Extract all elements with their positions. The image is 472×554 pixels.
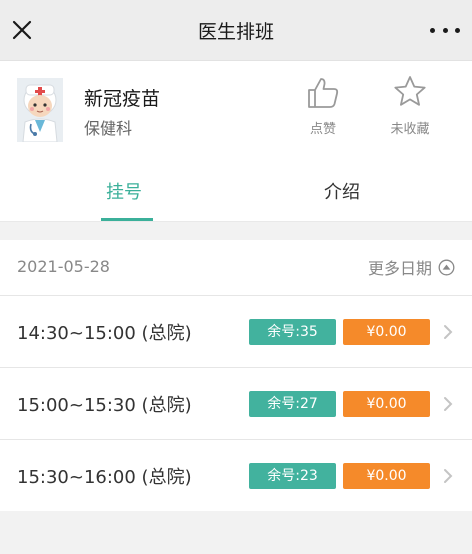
slot-time: 14:30~15:00 (总院): [17, 323, 192, 344]
slot-time: 15:00~15:30 (总院): [17, 395, 192, 416]
slot-time: 15:30~16:00 (总院): [17, 467, 192, 488]
tab-bar: 挂号 介绍: [0, 162, 472, 222]
favorite-label: 未收藏: [390, 122, 430, 137]
close-icon[interactable]: [10, 18, 34, 42]
schedule-list: 2021-05-28 更多日期 14:30~15:00 (总院) 余号:35 ¥…: [0, 240, 472, 511]
page-title: 医生排班: [197, 20, 274, 43]
price-badge: ¥0.00: [343, 391, 430, 417]
date-row: 2021-05-28 更多日期: [0, 240, 472, 296]
remaining-badge: 余号:35: [249, 319, 336, 345]
tab-register[interactable]: 挂号: [106, 178, 142, 204]
doctor-header: 新冠疫苗 保健科 点赞 未收藏: [0, 61, 472, 162]
chevron-right-icon: [444, 469, 453, 483]
doctor-name: 新冠疫苗: [84, 88, 161, 110]
remaining-badge: 余号:23: [249, 463, 336, 489]
doctor-avatar: [17, 78, 63, 142]
price-badge: ¥0.00: [343, 463, 430, 489]
time-slot-row[interactable]: 14:30~15:00 (总院) 余号:35 ¥0.00: [0, 296, 472, 368]
tab-introduction[interactable]: 介绍: [324, 178, 360, 204]
favorite-button[interactable]: 未收藏: [380, 74, 440, 137]
remaining-badge: 余号:27: [249, 391, 336, 417]
chevron-right-icon: [444, 325, 453, 339]
active-tab-indicator: [101, 218, 153, 221]
thumbs-up-icon: [308, 78, 339, 108]
time-slot-row[interactable]: 15:00~15:30 (总院) 余号:27 ¥0.00: [0, 368, 472, 440]
more-icon[interactable]: [430, 18, 460, 42]
nav-bar: 医生排班: [0, 0, 472, 61]
chevron-up-circle-icon: [438, 259, 455, 275]
doctor-department: 保健科: [84, 119, 133, 138]
price-badge: ¥0.00: [343, 319, 430, 345]
star-icon: [394, 76, 426, 106]
time-slot-row[interactable]: 15:30~16:00 (总院) 余号:23 ¥0.00: [0, 440, 472, 511]
chevron-right-icon: [444, 397, 453, 411]
more-dates-label: 更多日期: [367, 259, 432, 278]
more-dates-button[interactable]: 更多日期: [368, 255, 455, 279]
schedule-date: 2021-05-28: [17, 257, 110, 276]
like-button[interactable]: 点赞: [293, 74, 353, 137]
like-label: 点赞: [309, 122, 336, 137]
